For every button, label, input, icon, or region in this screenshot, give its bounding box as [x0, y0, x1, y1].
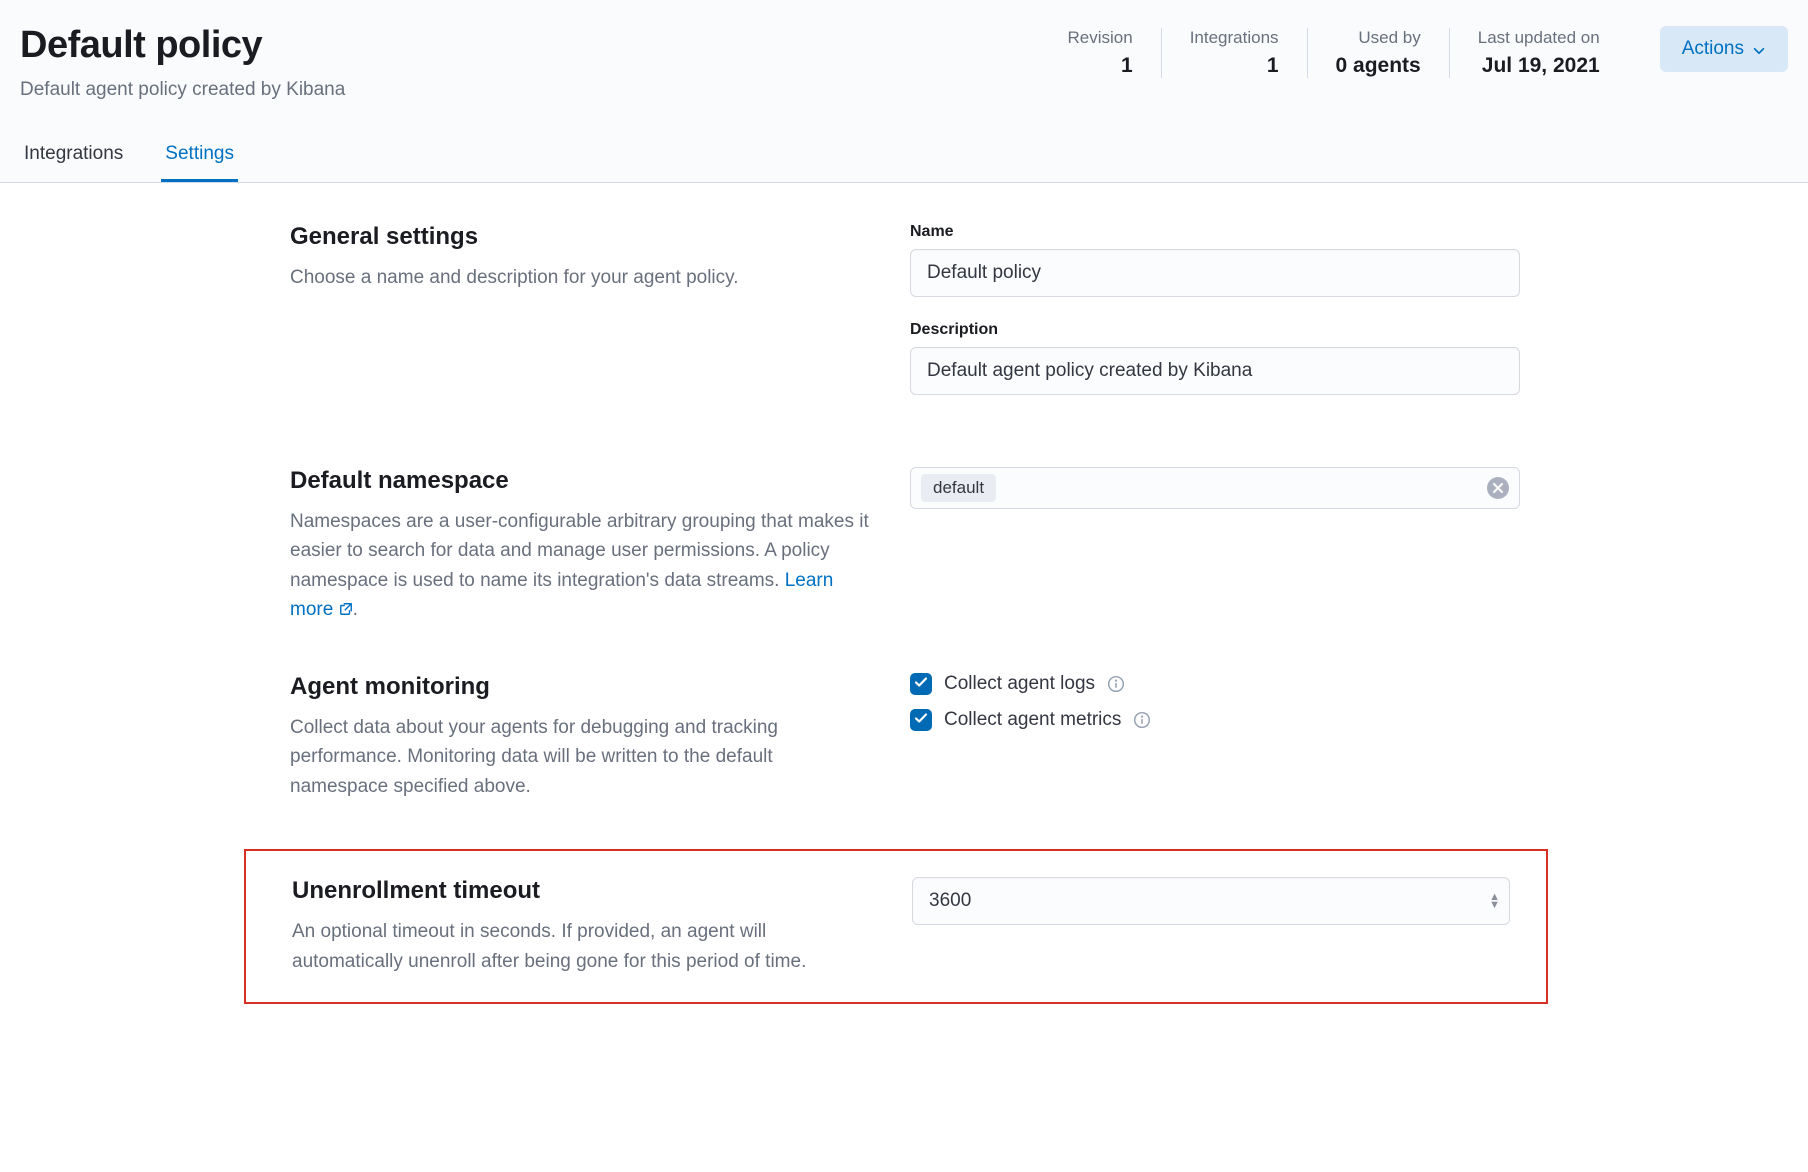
name-label: Name — [910, 223, 1520, 241]
collect-metrics-checkbox[interactable] — [910, 709, 932, 731]
meta-updated-value: Jul 19, 2021 — [1478, 54, 1600, 78]
close-icon — [1493, 481, 1503, 496]
meta-updated-label: Last updated on — [1478, 28, 1600, 48]
page-subtitle: Default agent policy created by Kibana — [20, 79, 1019, 101]
actions-button[interactable]: Actions — [1660, 26, 1788, 72]
settings-content: General settings Choose a name and descr… — [0, 183, 1808, 1044]
meta-integrations: Integrations 1 — [1162, 28, 1308, 78]
monitoring-title: Agent monitoring — [290, 673, 870, 701]
description-label: Description — [910, 321, 1520, 339]
header-meta: Revision 1 Integrations 1 Used by 0 agen… — [1039, 24, 1627, 78]
meta-revision-value: 1 — [1067, 54, 1132, 78]
unenrollment-title: Unenrollment timeout — [292, 877, 872, 905]
number-steppers[interactable]: ▲ ▼ — [1489, 893, 1500, 909]
meta-usedby-label: Used by — [1336, 28, 1421, 48]
collect-logs-row: Collect agent logs — [910, 673, 1520, 695]
page-title: Default policy — [20, 24, 1019, 67]
section-unenrollment: Unenrollment timeout An optional timeout… — [282, 877, 1510, 976]
section-namespace: Default namespace Namespaces are a user-… — [0, 467, 1808, 625]
namespace-desc-post: . — [353, 599, 358, 620]
meta-integrations-label: Integrations — [1190, 28, 1279, 48]
general-desc: Choose a name and description for your a… — [290, 263, 870, 292]
section-monitoring: Agent monitoring Collect data about your… — [0, 673, 1808, 801]
unenrollment-highlight: Unenrollment timeout An optional timeout… — [244, 849, 1548, 1004]
chevron-down-icon — [1752, 42, 1766, 56]
tab-settings[interactable]: Settings — [161, 131, 238, 182]
meta-updated: Last updated on Jul 19, 2021 — [1450, 28, 1628, 78]
meta-usedby: Used by 0 agents — [1308, 28, 1450, 78]
namespace-chip[interactable]: default — [921, 474, 996, 502]
info-icon[interactable] — [1107, 675, 1125, 693]
chevron-down-icon[interactable]: ▼ — [1489, 901, 1500, 909]
namespace-title: Default namespace — [290, 467, 870, 495]
meta-usedby-value: 0 agents — [1336, 54, 1421, 78]
section-general: General settings Choose a name and descr… — [0, 223, 1808, 419]
meta-revision-label: Revision — [1067, 28, 1132, 48]
collect-metrics-label: Collect agent metrics — [944, 709, 1121, 731]
unenrollment-desc: An optional timeout in seconds. If provi… — [292, 917, 872, 976]
page-header: Default policy Default agent policy crea… — [0, 0, 1808, 183]
name-input[interactable] — [910, 249, 1520, 297]
info-icon[interactable] — [1133, 711, 1151, 729]
tab-integrations[interactable]: Integrations — [20, 131, 127, 182]
collect-logs-checkbox[interactable] — [910, 673, 932, 695]
collect-metrics-row: Collect agent metrics — [910, 709, 1520, 731]
check-icon — [914, 675, 928, 692]
external-link-icon — [339, 596, 353, 610]
actions-button-label: Actions — [1682, 38, 1744, 60]
namespace-desc: Namespaces are a user-configurable arbit… — [290, 507, 870, 625]
unenrollment-timeout-input[interactable] — [912, 877, 1510, 925]
meta-revision: Revision 1 — [1039, 28, 1161, 78]
namespace-combobox[interactable]: default — [910, 467, 1520, 509]
tabs: Integrations Settings — [20, 131, 1788, 182]
meta-integrations-value: 1 — [1190, 54, 1279, 78]
namespace-desc-pre: Namespaces are a user-configurable arbit… — [290, 511, 869, 591]
monitoring-desc: Collect data about your agents for debug… — [290, 713, 870, 801]
collect-logs-label: Collect agent logs — [944, 673, 1095, 695]
clear-namespace-button[interactable] — [1487, 477, 1509, 499]
description-input[interactable] — [910, 347, 1520, 395]
check-icon — [914, 711, 928, 728]
general-title: General settings — [290, 223, 870, 251]
